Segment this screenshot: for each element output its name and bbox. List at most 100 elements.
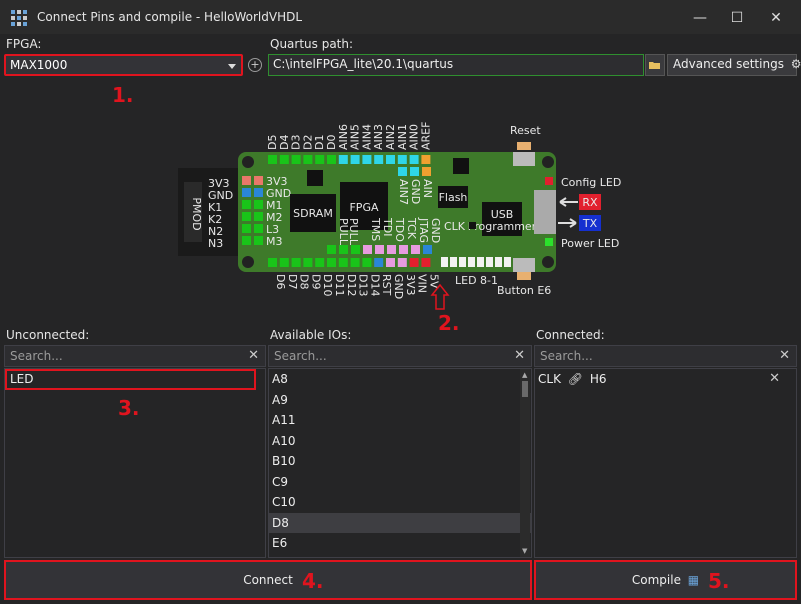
power-led-label: Power LED (561, 237, 619, 250)
led-segment (468, 257, 475, 267)
clear-search-icon[interactable]: ✕ (248, 348, 259, 363)
connected-search-input[interactable]: Search... ✕ (534, 345, 797, 367)
annotation-1: 1. (112, 83, 134, 107)
button-e6-cap (517, 272, 531, 280)
left-pin (254, 236, 263, 245)
bottom-pin (338, 258, 348, 267)
unconnected-search-input[interactable]: Search... ✕ (4, 345, 266, 367)
pull-pin (351, 245, 360, 254)
gear-icon: ⚙ (790, 57, 801, 71)
jtag-pin-label: GND (429, 218, 442, 243)
list-item-io[interactable]: A10 (269, 431, 531, 452)
list-item-io[interactable]: A8 (269, 369, 531, 390)
close-button[interactable]: ✕ (765, 8, 787, 28)
grid-icon: ▦ (687, 573, 700, 587)
top-pin (268, 155, 277, 164)
minimize-button[interactable]: — (689, 8, 711, 28)
scrollbar-thumb[interactable] (522, 381, 528, 397)
led81-label: LED 8-1 (455, 274, 498, 287)
bottom-pin (421, 258, 431, 267)
link-icon: 🔗︎ (567, 372, 583, 386)
list-item-io[interactable]: C10 (269, 492, 531, 513)
led-segment (450, 257, 457, 267)
top-pin (338, 155, 348, 164)
clk-label: CLK (444, 220, 466, 233)
bottom-pin (268, 258, 277, 267)
bottom-pin-label: D7 (286, 274, 299, 289)
connected-row[interactable]: CLK 🔗︎ H6 ✕ (535, 369, 796, 390)
list-item-io[interactable]: A11 (269, 410, 531, 431)
advanced-settings-button[interactable]: Advanced settings ⚙ (667, 54, 801, 76)
compile-button-label: Compile (631, 573, 681, 587)
small-chip (453, 158, 469, 174)
scroll-up-icon[interactable]: ▲ (522, 371, 527, 379)
led-segment (459, 257, 466, 267)
bottom-pin (291, 258, 301, 267)
jtag-pin-label: TMS (369, 217, 382, 241)
jtag-pin-label: PULL (347, 218, 360, 246)
sdram-label: SDRAM (293, 207, 333, 220)
left-pin (242, 176, 251, 185)
rx-arrow-icon (559, 197, 578, 207)
board-diagram: PMOD3V3GNDK1K2N2N3D5D4D3D2D1D0AIN6AIN5AI… (178, 122, 621, 310)
top-pin (374, 155, 384, 164)
annotation-3: 3. (118, 396, 140, 420)
top-pin (386, 155, 395, 164)
top-pin (362, 155, 372, 164)
left-pin (254, 212, 263, 221)
jtag-pin (411, 245, 420, 254)
fpga-label: FPGA: (6, 37, 42, 51)
disconnect-icon[interactable]: ✕ (769, 369, 780, 389)
quartus-path-input[interactable]: C:\intelFPGA_lite\20.1\quartus (268, 54, 644, 76)
clear-search-icon[interactable]: ✕ (779, 348, 790, 363)
connected-list: CLK 🔗︎ H6 ✕ (534, 368, 797, 558)
maximize-button[interactable]: ☐ (726, 8, 748, 28)
list-item-io[interactable]: E6 (269, 533, 531, 554)
available-ios-label: Available IOs: (270, 328, 352, 342)
connected-signal: CLK (538, 372, 561, 386)
connected-search-placeholder: Search... (540, 349, 593, 363)
scroll-down-icon[interactable]: ▼ (522, 547, 527, 555)
available-search-input[interactable]: Search... ✕ (268, 345, 532, 367)
list-item-unconnected[interactable]: LED (5, 369, 256, 390)
mount-hole (242, 156, 254, 168)
bottom-pin-label: D9 (309, 274, 322, 289)
pull-pin (327, 245, 336, 254)
top-pin (315, 155, 325, 164)
list-item-io-selected[interactable]: D8 (269, 512, 531, 533)
available-scrollbar[interactable]: ▲ ▼ (520, 369, 530, 557)
ain-pin-label: GND (409, 179, 422, 204)
fpga-select[interactable]: MAX1000 (4, 54, 243, 76)
bottom-pin-label: D13 (357, 274, 370, 296)
list-item-io[interactable]: A9 (269, 390, 531, 411)
compile-button[interactable]: Compile ▦ (534, 560, 797, 600)
add-fpga-icon[interactable]: + (248, 58, 262, 72)
folder-icon (649, 62, 660, 69)
list-item-io[interactable]: B10 (269, 451, 531, 472)
bottom-pin (350, 258, 360, 267)
mount-hole (242, 256, 254, 268)
bottom-pin-label: D14 (368, 274, 381, 296)
led-segment (486, 257, 493, 267)
left-pin (242, 200, 251, 209)
jtag-pin (399, 245, 408, 254)
advanced-settings-label: Advanced settings (673, 57, 784, 71)
bottom-pin (397, 258, 407, 267)
top-pin-label: AREF (419, 122, 432, 150)
annotation-2: 2. (438, 311, 460, 335)
connected-pin: H6 (589, 372, 607, 386)
clear-search-icon[interactable]: ✕ (514, 348, 525, 363)
bottom-pin-label: GND (392, 274, 405, 299)
pmod-pin-label: N3 (208, 237, 223, 250)
top-pin (291, 155, 301, 164)
connect-button[interactable]: Connect (4, 560, 532, 600)
bottom-pin (386, 258, 395, 267)
reset-cap (517, 142, 531, 150)
ain-pin (410, 167, 419, 176)
led-segment (441, 257, 448, 267)
list-item-io[interactable]: J6 (269, 554, 531, 558)
reset-button (513, 152, 535, 166)
top-pin (327, 155, 336, 164)
browse-folder-button[interactable] (645, 54, 665, 76)
list-item-io[interactable]: C9 (269, 472, 531, 493)
